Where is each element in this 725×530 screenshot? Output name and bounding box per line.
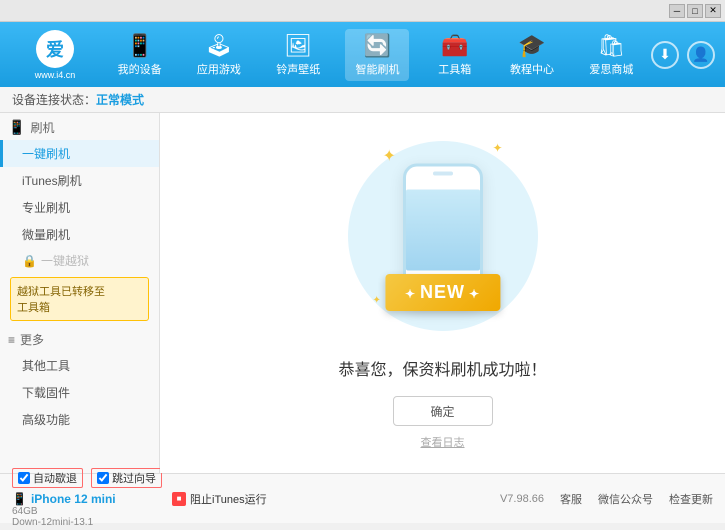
sparkle-2: ✦: [492, 141, 502, 155]
title-bar: ─ □ ✕: [0, 0, 725, 22]
bottom-bar: 自动歇退 跳过向导 📱 iPhone 12 mini 64GB Down-12m…: [0, 473, 725, 523]
sidebar-item-itunes-flash[interactable]: iTunes刷机: [0, 167, 159, 194]
nav-wallpaper[interactable]: 🖼 铃声壁纸: [266, 29, 330, 81]
download-button[interactable]: ⬇: [651, 41, 679, 69]
logo-area: 爱 www.i4.cn: [10, 30, 100, 80]
lock-icon: 🔒: [22, 254, 37, 268]
sidebar-item-save-data-flash[interactable]: 微量刷机: [0, 221, 159, 248]
check-update-link[interactable]: 检查更新: [669, 491, 713, 507]
main-content: ✦ ✦ ✦ NEW 恭喜您，保资料刷机成功啦！ 确定 查看日志: [160, 113, 725, 473]
apps-games-label: 应用游戏: [197, 61, 241, 77]
sidebar-item-pro-flash[interactable]: 专业刷机: [0, 194, 159, 221]
version-text: V7.98.66: [500, 493, 544, 505]
flash-section-label: 刷机: [30, 119, 54, 136]
wallpaper-icon: 🖼: [284, 33, 312, 59]
sidebar-jailbreak-disabled: 🔒 一键越狱: [0, 248, 159, 273]
skip-wizard-checkbox[interactable]: [97, 472, 109, 484]
device-capacity: 64GB: [12, 506, 172, 517]
wechat-link[interactable]: 微信公众号: [598, 491, 653, 507]
sidebar-jailbreak-info: 越狱工具已转移至工具箱: [10, 277, 149, 321]
nav-apps-games[interactable]: 🕹 应用游戏: [187, 29, 251, 81]
toolbox-label: 工具箱: [438, 61, 471, 77]
skip-wizard-checkbox-label[interactable]: 跳过向导: [91, 468, 162, 488]
auto-dismiss-label: 自动歇退: [33, 470, 77, 486]
confirm-button[interactable]: 确定: [393, 396, 493, 426]
device-icon: 📱: [12, 492, 27, 506]
sidebar-more-header: ≡ 更多: [0, 325, 159, 352]
flash-section-icon: 📱: [8, 119, 25, 136]
apps-games-icon: 🕹: [205, 33, 233, 59]
nav-bar: 📱 我的设备 🕹 应用游戏 🖼 铃声壁纸 🔄 智能刷机 🧰 工具箱 🎓: [100, 29, 651, 81]
phone-speaker: [433, 172, 453, 176]
tutorials-label: 教程中心: [510, 61, 554, 77]
nav-shop[interactable]: 🛍 爱思商城: [579, 29, 643, 81]
sidebar-item-one-click-flash[interactable]: 一键刷机: [0, 140, 159, 167]
app-container: 爱 www.i4.cn 📱 我的设备 🕹 应用游戏 🖼 铃声壁纸 🔄 智能刷机: [0, 22, 725, 523]
sidebar-item-other-tools[interactable]: 其他工具: [0, 352, 159, 379]
body-area: 📱 刷机 一键刷机 iTunes刷机 专业刷机 微量刷机 🔒 一键越狱 越狱工具…: [0, 113, 725, 473]
minimize-button[interactable]: ─: [669, 4, 685, 18]
my-device-icon: 📱: [126, 33, 153, 59]
auto-dismiss-checkbox[interactable]: [18, 472, 30, 484]
smart-flash-label: 智能刷机: [355, 61, 399, 77]
stop-itunes-icon: ■: [172, 492, 186, 506]
sidebar-item-download-firmware[interactable]: 下载固件: [0, 379, 159, 406]
device-info: 📱 iPhone 12 mini 64GB Down-12mini-13.1: [12, 490, 172, 530]
nav-toolbox[interactable]: 🧰 工具箱: [425, 29, 485, 81]
new-ribbon: NEW: [385, 274, 500, 311]
tutorials-icon: 🎓: [518, 33, 545, 59]
bottom-left-area: 自动歇退 跳过向导 📱 iPhone 12 mini 64GB Down-12m…: [12, 468, 172, 530]
itunes-stop-area[interactable]: ■ 阻止iTunes运行: [172, 491, 267, 507]
sparkle-1: ✦: [383, 146, 396, 166]
nav-tutorials[interactable]: 🎓 教程中心: [500, 29, 564, 81]
bottom-right-area: V7.98.66 客服 微信公众号 检查更新: [267, 491, 713, 507]
more-label: 更多: [20, 331, 44, 348]
auto-dismiss-checkbox-label[interactable]: 自动歇退: [12, 468, 83, 488]
status-value: 正常模式: [96, 91, 144, 108]
sidebar: 📱 刷机 一键刷机 iTunes刷机 专业刷机 微量刷机 🔒 一键越狱 越狱工具…: [0, 113, 160, 473]
device-model: Down-12mini-13.1: [12, 517, 172, 528]
wallpaper-label: 铃声壁纸: [276, 61, 320, 77]
jailbreak-label: 一键越狱: [41, 252, 89, 269]
phone-screen: [406, 190, 480, 271]
phone-illustration: ✦ ✦ ✦ NEW: [363, 136, 523, 336]
customer-service-link[interactable]: 客服: [560, 491, 582, 507]
more-icon: ≡: [8, 333, 15, 347]
checkbox-row: 自动歇退 跳过向导: [12, 468, 172, 488]
my-device-label: 我的设备: [118, 61, 162, 77]
nav-my-device[interactable]: 📱 我的设备: [108, 29, 172, 81]
status-prefix: 设备连接状态：: [12, 91, 96, 108]
sidebar-item-advanced[interactable]: 高级功能: [0, 406, 159, 433]
device-name-row: 📱 iPhone 12 mini: [12, 492, 172, 506]
skip-wizard-label: 跳过向导: [112, 470, 156, 486]
logo-symbol: 爱: [46, 36, 64, 62]
user-button[interactable]: 👤: [687, 41, 715, 69]
logo-website: www.i4.cn: [35, 70, 76, 80]
nav-smart-flash[interactable]: 🔄 智能刷机: [345, 29, 409, 81]
itunes-stop-label: 阻止iTunes运行: [190, 491, 267, 507]
success-message: 恭喜您，保资料刷机成功啦！: [338, 356, 546, 380]
view-log-link[interactable]: 查看日志: [421, 434, 465, 450]
logo-icon: 爱: [36, 30, 74, 68]
header-right-buttons: ⬇ 👤: [651, 41, 715, 69]
close-button[interactable]: ✕: [705, 4, 721, 18]
shop-label: 爱思商城: [589, 61, 633, 77]
sparkle-3: ✦: [373, 295, 381, 306]
sidebar-flash-header: 📱 刷机: [0, 113, 159, 140]
status-bar: 设备连接状态： 正常模式: [0, 87, 725, 113]
toolbox-icon: 🧰: [441, 33, 468, 59]
maximize-button[interactable]: □: [687, 4, 703, 18]
smart-flash-icon: 🔄: [364, 33, 391, 59]
header: 爱 www.i4.cn 📱 我的设备 🕹 应用游戏 🖼 铃声壁纸 🔄 智能刷机: [0, 22, 725, 87]
window-controls[interactable]: ─ □ ✕: [669, 4, 721, 18]
device-name-text: iPhone 12 mini: [31, 492, 116, 506]
shop-icon: 🛍: [597, 33, 625, 59]
